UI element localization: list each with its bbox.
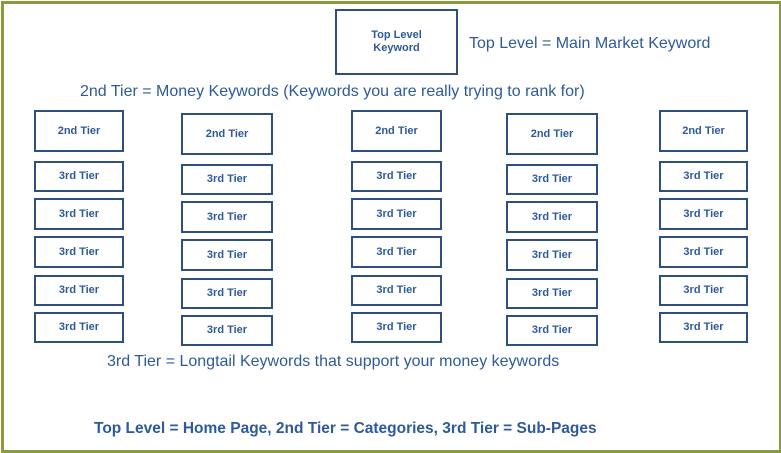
tier3-box: 3rd Tier	[506, 239, 598, 271]
tier3-box: 3rd Tier	[659, 275, 748, 306]
tier3-box: 3rd Tier	[34, 275, 124, 306]
tier3-box: 3rd Tier	[34, 236, 124, 268]
tier3-box: 3rd Tier	[506, 315, 598, 346]
tier2-box: 2nd Tier	[351, 110, 442, 152]
tier3-box: 3rd Tier	[34, 161, 124, 192]
tier3-box: 3rd Tier	[181, 201, 273, 233]
tier3-box: 3rd Tier	[351, 161, 442, 192]
tier3-box: 3rd Tier	[181, 315, 273, 346]
tier3-box: 3rd Tier	[506, 164, 598, 195]
tier3-box: 3rd Tier	[351, 312, 442, 343]
tier3-box: 3rd Tier	[659, 312, 748, 343]
keyword-tier-grid: 2nd Tier 3rd Tier 3rd Tier 3rd Tier 3rd Tier…	[0, 0, 781, 452]
tier3-box: 3rd Tier	[351, 236, 442, 268]
tier2-box: 2nd Tier	[181, 113, 273, 155]
tier3-box: 3rd Tier	[506, 278, 598, 309]
tier2-box: 2nd Tier	[506, 113, 598, 155]
tier3-box: 3rd Tier	[34, 312, 124, 343]
tier3-box: 3rd Tier	[181, 239, 273, 271]
tier3-box: 3rd Tier	[181, 164, 273, 195]
tier2-box: 2nd Tier	[34, 110, 124, 152]
tier3-box: 3rd Tier	[351, 198, 442, 230]
tier3-box: 3rd Tier	[659, 198, 748, 230]
tier3-box: 3rd Tier	[659, 161, 748, 192]
tier3-box: 3rd Tier	[506, 201, 598, 233]
tier3-box: 3rd Tier	[351, 275, 442, 306]
tier2-box: 2nd Tier	[659, 110, 748, 152]
tier3-box: 3rd Tier	[34, 198, 124, 230]
tier3-box: 3rd Tier	[659, 236, 748, 268]
tier3-box: 3rd Tier	[181, 278, 273, 309]
